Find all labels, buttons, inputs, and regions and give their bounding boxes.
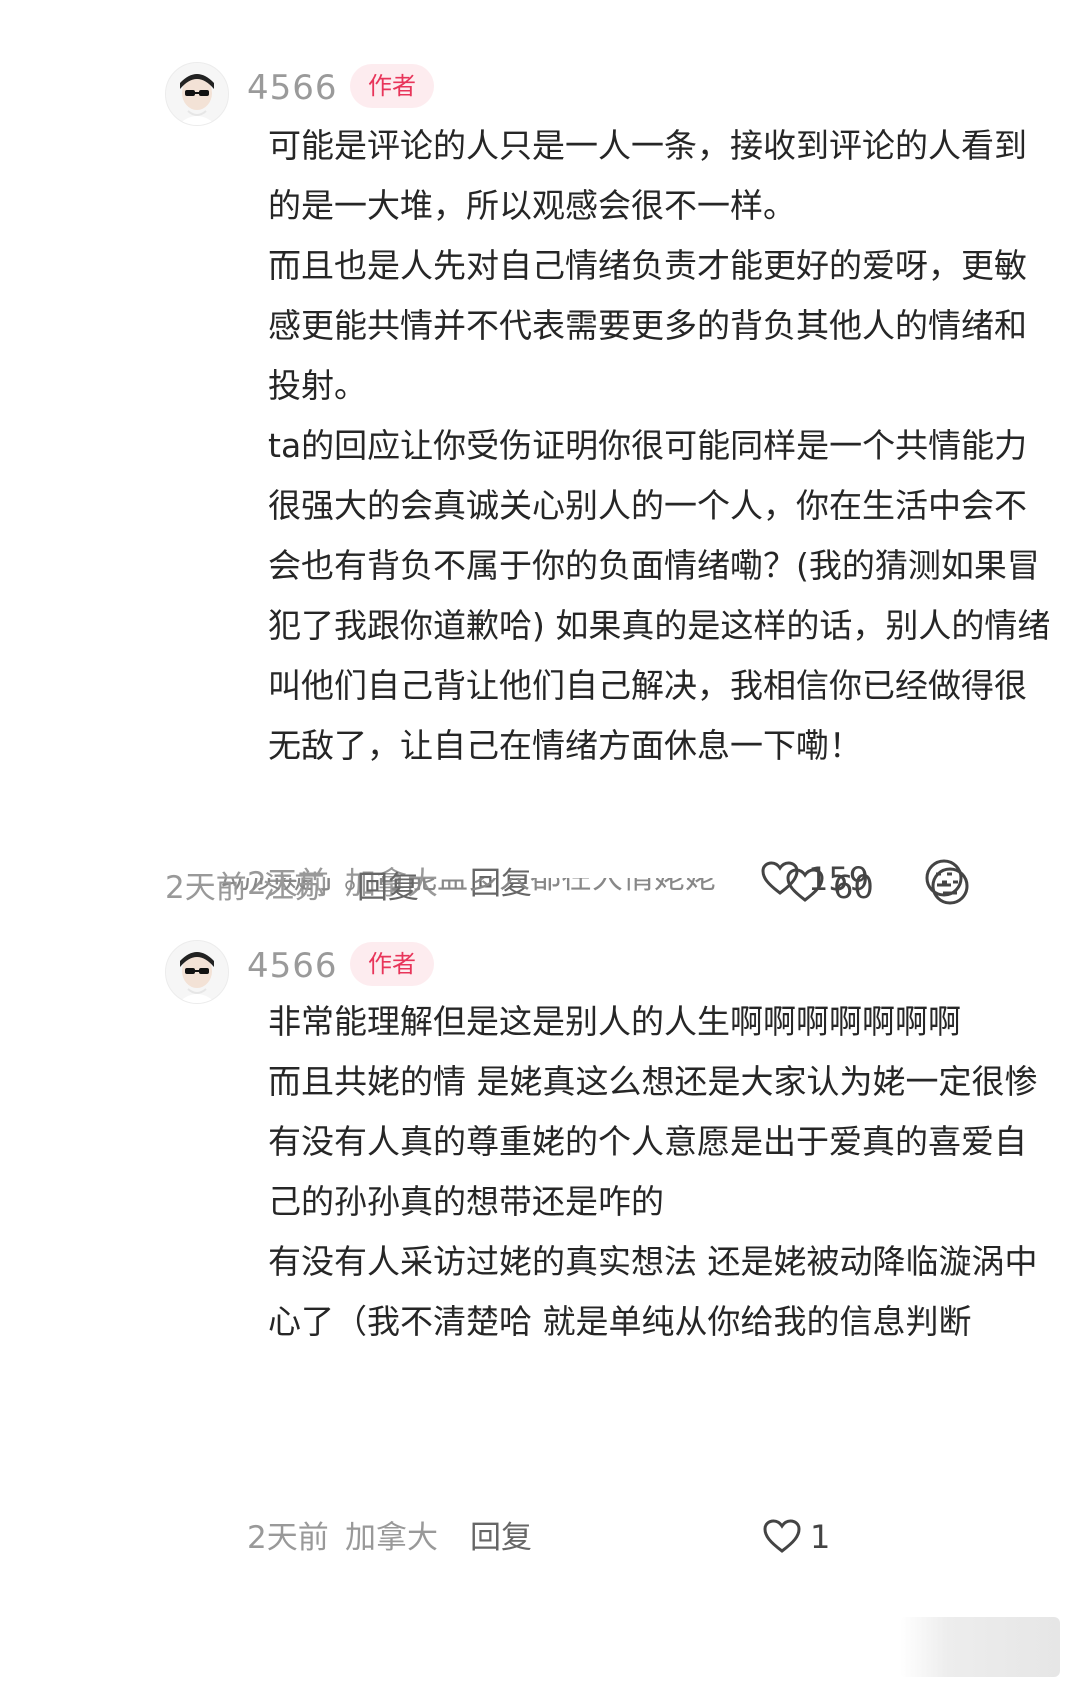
avatar[interactable] xyxy=(165,940,229,1004)
comment-paragraph: 非常能理解但是这是别人的人生啊啊啊啊啊啊啊 xyxy=(268,1002,961,1041)
comment-location: 加拿大 xyxy=(345,1520,438,1556)
comment-body: 可能是评论的人只是一人一条，接收到评论的人看到的是一大堆，所以观感会很不一样。 … xyxy=(268,116,1058,776)
comment-paragraph: 有没有人采访过姥的真实想法 还是姥被动降临漩涡中心了（我不清楚哈 就是单纯从你给… xyxy=(268,1242,1038,1341)
comment-paragraph: 而且共姥的情 是姥真这么想还是大家认为姥一定很惨 xyxy=(268,1062,1038,1101)
watermark-overlay xyxy=(900,1617,1060,1677)
username[interactable]: 4566 xyxy=(247,68,338,108)
heart-icon[interactable] xyxy=(762,1518,802,1554)
avatar-image xyxy=(166,941,228,1003)
avatar-image xyxy=(166,63,228,125)
comment-paragraph: ta的回应让你受伤证明你很可能同样是一个共情能力很强大的会真诚关心别人的一个人，… xyxy=(268,426,1051,765)
comment-paragraph: 而且也是人先对自己情绪负责才能更好的爱呀，更敏感更能共情并不代表需要更多的背负其… xyxy=(268,246,1027,405)
comment-location: 江苏 xyxy=(263,870,325,906)
author-badge: 作者 xyxy=(350,942,434,986)
like-count: 60 xyxy=(833,868,874,906)
comment-paragraph: 可能是评论的人只是一人一条，接收到评论的人看到的是一大堆，所以观感会很不一样。 xyxy=(268,126,1027,225)
comment-paragraph: 有没有人真的尊重姥的个人意愿是出于爱真的喜爱自己的孙孙真的想带还是咋的 xyxy=(268,1122,1027,1221)
reply-button[interactable]: 回复 xyxy=(470,1512,532,1557)
reply-button[interactable]: 回复 xyxy=(357,862,419,907)
author-badge: 作者 xyxy=(350,64,434,108)
comment-meta: 2天前 加拿大 回复 1 xyxy=(0,1512,1080,1562)
comment-time: 2天前 xyxy=(247,1520,329,1556)
neutral-face-icon[interactable] xyxy=(930,866,970,906)
comment-body: 非常能理解但是这是别人的人生啊啊啊啊啊啊啊 而且共姥的情 是姥真这么想还是大家认… xyxy=(268,992,1058,1352)
previous-comment-meta: 2天前 江苏 回复 60 xyxy=(0,862,1080,912)
heart-icon[interactable] xyxy=(785,867,825,903)
comment-time: 2天前 xyxy=(165,870,247,906)
avatar[interactable] xyxy=(165,62,229,126)
username[interactable]: 4566 xyxy=(247,946,338,986)
like-count: 1 xyxy=(810,1518,831,1556)
